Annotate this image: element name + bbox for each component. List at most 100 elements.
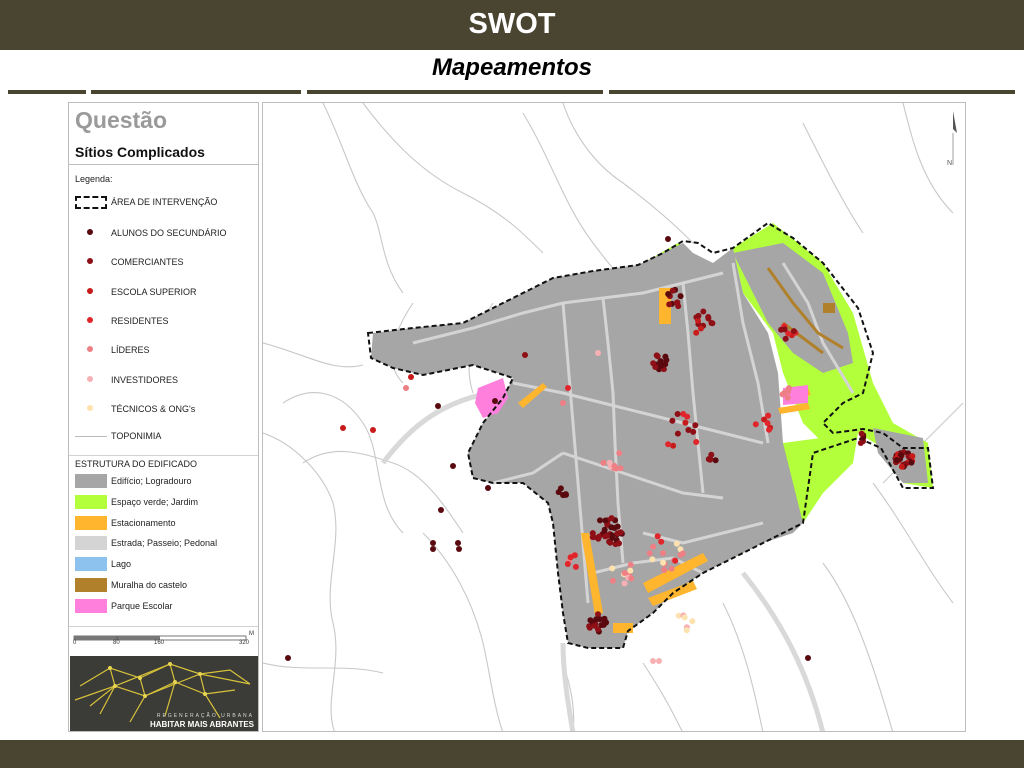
- survey-point: [604, 532, 611, 539]
- survey-point: [435, 403, 441, 409]
- legend-item-area: Estacionamento: [73, 515, 258, 532]
- legend-label: INVESTIDORES: [111, 374, 179, 385]
- survey-point: [560, 400, 566, 406]
- survey-point: [692, 422, 699, 429]
- legend-separator: [69, 455, 258, 456]
- survey-point: [693, 329, 700, 336]
- survey-point: [606, 459, 613, 466]
- survey-point: [649, 556, 656, 563]
- logo-line-2: HABITAR MAIS ABRANTES: [150, 720, 254, 729]
- map-canvas: N: [263, 103, 964, 731]
- legend-item-intervention-area: ÁREA DE INTERVENÇÃO: [73, 195, 258, 211]
- survey-point: [340, 425, 346, 431]
- survey-point: [660, 550, 666, 557]
- survey-point: [627, 561, 634, 568]
- legend-label: RESIDENTES: [111, 315, 169, 326]
- area-swatch-icon: [75, 515, 107, 530]
- survey-point: [595, 535, 602, 542]
- survey-point: [650, 360, 657, 367]
- survey-point: [586, 624, 593, 631]
- scale-tick-label: 320: [239, 640, 250, 646]
- map-panel: N: [262, 102, 966, 732]
- survey-point: [681, 614, 688, 621]
- legend-label: Espaço verde; Jardim: [111, 496, 199, 507]
- scale-tick-label: 0: [73, 640, 77, 646]
- survey-point: [700, 308, 707, 315]
- scale-tick-label: 160: [154, 640, 165, 646]
- survey-point: [805, 655, 811, 661]
- point-marker-icon: [87, 229, 93, 235]
- survey-point: [908, 459, 915, 466]
- survey-point: [597, 616, 603, 623]
- legend-item-toponymy: TOPONIMIA: [73, 429, 258, 445]
- legend-label: ALUNOS DO SECUNDÁRIO: [111, 228, 227, 238]
- survey-point: [285, 655, 291, 661]
- survey-point: [602, 517, 609, 524]
- divider-rule-3: [307, 90, 603, 94]
- legend-item-point: INVESTIDORES: [73, 373, 258, 389]
- survey-point: [430, 546, 436, 552]
- survey-point: [456, 546, 462, 552]
- north-label: N: [947, 160, 952, 167]
- survey-point: [909, 453, 916, 460]
- castle-keep: [823, 303, 835, 313]
- survey-point: [666, 301, 673, 308]
- survey-point: [370, 427, 376, 433]
- survey-point: [674, 430, 681, 437]
- legend-label: Estrada; Passeio; Pedonal: [111, 538, 218, 549]
- legend-label: Muralha do castelo: [111, 580, 188, 590]
- divider-rule-2: [91, 90, 301, 94]
- survey-point: [616, 450, 623, 457]
- legend-title: Questão: [75, 107, 168, 133]
- survey-point: [682, 419, 689, 426]
- legend-label: Estacionamento: [111, 517, 176, 528]
- survey-point: [572, 563, 579, 570]
- legend-separator: [69, 626, 258, 627]
- area-swatch-icon: [75, 578, 107, 592]
- legend-item-point: LÍDERES: [73, 343, 258, 359]
- legend-item-area: Edifício; Logradouro: [73, 474, 258, 490]
- legend-label: TOPONIMIA: [111, 431, 162, 441]
- scale-tick-label: 80: [113, 640, 120, 646]
- area-swatch-icon: [75, 474, 107, 488]
- legend-label: COMERCIANTES: [111, 257, 184, 268]
- page-title: SWOT: [468, 8, 556, 40]
- area-swatch-icon: [75, 536, 107, 551]
- survey-point: [646, 550, 653, 557]
- legend-separator: [69, 164, 258, 165]
- survey-point: [898, 463, 905, 470]
- survey-point: [857, 440, 864, 446]
- survey-point: [609, 565, 616, 572]
- survey-point: [403, 385, 409, 391]
- survey-point: [665, 441, 672, 448]
- point-marker-icon: [87, 404, 93, 411]
- survey-point: [764, 420, 771, 427]
- legend-item-area: Parque Escolar: [73, 598, 258, 615]
- legend-item-point: TÉCNICOS & ONG's: [73, 402, 258, 418]
- legend-label: ÁREA DE INTERVENÇÃO: [111, 197, 218, 207]
- legend-subtitle: Sítios Complicados: [75, 144, 205, 160]
- survey-point: [654, 533, 661, 540]
- divider-rule-1: [8, 90, 86, 94]
- point-marker-icon: [87, 287, 93, 294]
- survey-point: [693, 439, 700, 445]
- survey-point: [709, 320, 716, 327]
- dashed-boundary-icon: [75, 196, 107, 209]
- survey-point: [565, 385, 571, 391]
- survey-point: [695, 312, 702, 319]
- legend-item-area: Lago: [73, 557, 258, 573]
- legend-label: Parque Escolar: [111, 600, 173, 611]
- survey-point: [679, 550, 686, 557]
- survey-point: [656, 658, 662, 664]
- scale-bar-graphic: [73, 635, 247, 641]
- survey-point: [673, 299, 680, 306]
- survey-point: [665, 291, 672, 297]
- survey-point: [660, 559, 667, 566]
- north-arrow-icon: N: [947, 111, 957, 167]
- toponymy-line-icon: [75, 436, 107, 437]
- survey-point: [621, 570, 628, 576]
- survey-point: [601, 526, 608, 533]
- survey-point: [617, 465, 624, 472]
- survey-point: [614, 523, 621, 530]
- survey-point: [707, 455, 714, 462]
